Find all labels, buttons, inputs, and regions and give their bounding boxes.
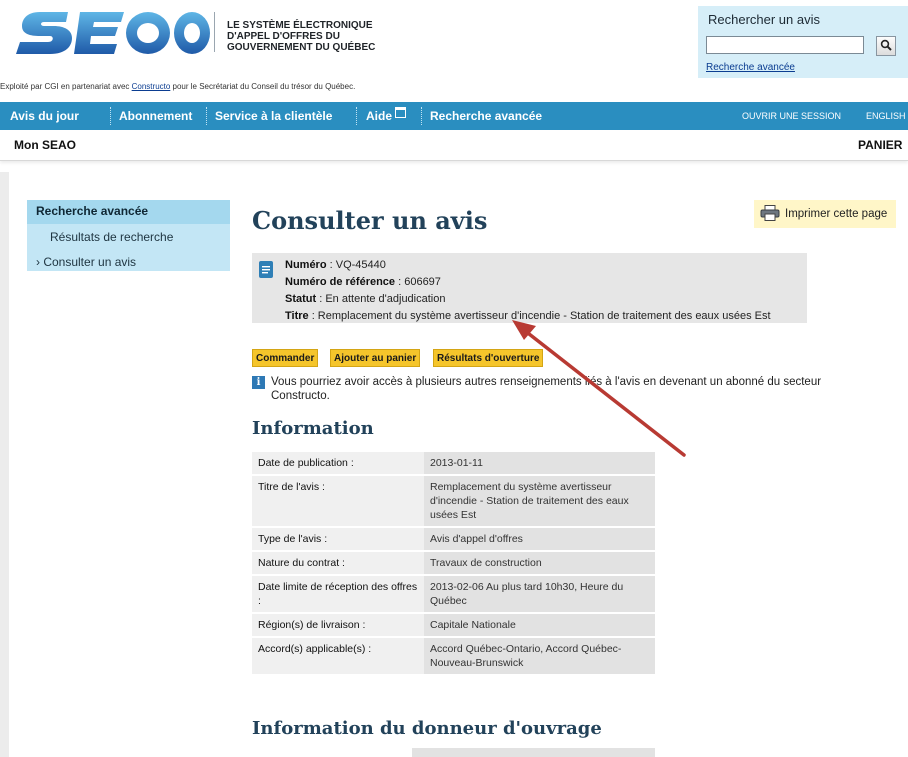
search-icon xyxy=(880,39,892,54)
reference-value: : 606697 xyxy=(395,276,441,288)
reference-label: Numéro de référence xyxy=(285,276,396,288)
numero-value: : VQ-45440 xyxy=(326,259,386,271)
row-label: Type de l'avis : xyxy=(252,527,424,552)
operated-suffix: pour le Secrétariat du Conseil du trésor… xyxy=(170,82,356,91)
gov-name-line-1: LE SYSTÈME ÉLECTRONIQUE xyxy=(227,20,373,31)
left-edge-shade xyxy=(0,172,9,757)
sidebar-item-resultats[interactable]: Résultats de recherche xyxy=(50,230,173,244)
nav-service-clientele[interactable]: Service à la clientèle xyxy=(215,102,332,130)
search-title: Rechercher un avis xyxy=(708,12,820,27)
titre-value: : Remplacement du système avertisseur d'… xyxy=(308,310,771,322)
nav-separator xyxy=(110,107,111,125)
nav-aide-label: Aide xyxy=(366,109,393,123)
table-row: Date de publication :2013-01-11 xyxy=(252,452,655,476)
statut-value: : En attente d'adjudication xyxy=(316,293,446,305)
subscriber-info-text: Vous pourriez avoir accès à plusieurs au… xyxy=(271,376,822,402)
table-row: Date limite de réception des offres :201… xyxy=(252,575,655,614)
table-row: Type de l'avis : Avis d'appel d'offres xyxy=(252,527,655,552)
row-value: Accord Québec-Ontario, Accord Québec-Nou… xyxy=(424,637,655,676)
sidebar-item-consulter[interactable]: › Consulter un avis xyxy=(36,255,136,269)
summary-reference: Numéro de référence : 606697 xyxy=(285,276,441,288)
nav-avis-du-jour[interactable]: Avis du jour xyxy=(10,102,79,130)
information-table: Date de publication :2013-01-11 Titre de… xyxy=(252,452,655,676)
summary-titre: Titre : Remplacement du système avertiss… xyxy=(285,310,771,322)
commander-button[interactable]: Commander xyxy=(252,349,319,367)
operated-by-text: Exploité par CGI en partenariat avec Con… xyxy=(0,82,355,91)
table-row: Nature du contrat : Travaux de constructi… xyxy=(252,551,655,576)
search-input[interactable] xyxy=(706,36,864,54)
mon-seao-link[interactable]: Mon SEAO xyxy=(14,138,76,152)
operated-prefix: Exploité par CGI en partenariat avec xyxy=(0,82,132,91)
titre-label: Titre xyxy=(285,310,309,322)
row-value: Avis d'appel d'offres xyxy=(424,527,655,552)
printer-icon xyxy=(760,204,780,224)
row-label: Date de publication : xyxy=(252,452,424,476)
section-donneur-title: Information du donneur d'ouvrage xyxy=(252,718,602,739)
constructo-link[interactable]: Constructo xyxy=(132,82,171,91)
info-icon: i xyxy=(252,376,265,389)
login-link[interactable]: OUVRIR UNE SESSION xyxy=(742,102,841,130)
opening-results-button[interactable]: Résultats d'ouverture xyxy=(433,349,544,367)
print-button[interactable]: Imprimer cette page xyxy=(754,200,896,228)
section-information-title: Information xyxy=(252,418,374,439)
nav-aide[interactable]: Aide xyxy=(366,102,407,130)
nav-separator xyxy=(206,107,207,125)
gov-name-line-3: GOUVERNEMENT DU QUÉBEC xyxy=(227,42,376,53)
row-label: Date limite de réception des offres : xyxy=(252,575,424,614)
nav-separator xyxy=(421,107,422,125)
language-link[interactable]: ENGLISH xyxy=(866,102,906,130)
gov-name-line-2: D'APPEL D'OFFRES DU xyxy=(227,31,340,42)
sub-nav xyxy=(0,130,908,161)
page-title: Consulter un avis xyxy=(252,206,488,235)
advanced-search-link[interactable]: Recherche avancée xyxy=(706,62,795,73)
row-label: Titre de l'avis : xyxy=(252,475,424,528)
row-label: Accord(s) applicable(s) : xyxy=(252,637,424,676)
row-value: Travaux de construction xyxy=(424,551,655,576)
new-window-icon xyxy=(395,107,407,118)
row-label: Nature du contrat : xyxy=(252,551,424,576)
sidebar-title[interactable]: Recherche avancée xyxy=(36,204,148,218)
nav-recherche-avancee[interactable]: Recherche avancée xyxy=(430,102,542,130)
header-divider xyxy=(214,12,215,52)
summary-statut: Statut : En attente d'adjudication xyxy=(285,293,445,305)
search-button[interactable] xyxy=(876,36,896,56)
row-value: Remplacement du système avertisseur d'in… xyxy=(424,475,655,528)
nav-abonnement[interactable]: Abonnement xyxy=(119,102,192,130)
table-continuation xyxy=(412,748,655,757)
statut-label: Statut xyxy=(285,293,317,305)
summary-numero: Numéro : VQ-45440 xyxy=(285,259,386,271)
row-label: Région(s) de livraison : xyxy=(252,613,424,638)
add-to-cart-button[interactable]: Ajouter au panier xyxy=(330,349,421,367)
nav-separator xyxy=(356,107,357,125)
government-name: LE SYSTÈME ÉLECTRONIQUE D'APPEL D'OFFRES… xyxy=(227,20,417,53)
row-value: Capitale Nationale xyxy=(424,613,655,638)
table-row: Titre de l'avis : Remplacement du système… xyxy=(252,475,655,528)
seao-logo[interactable] xyxy=(16,6,211,60)
document-icon xyxy=(259,261,273,278)
numero-label: Numéro xyxy=(285,259,327,271)
row-value: 2013-01-11 xyxy=(424,452,655,476)
panier-link[interactable]: PANIER xyxy=(858,138,902,152)
table-row: Région(s) de livraison : Capitale Nationa… xyxy=(252,613,655,638)
row-value: 2013-02-06 Au plus tard 10h30, Heure du … xyxy=(424,575,655,614)
table-row: Accord(s) applicable(s) : Accord Québec-O… xyxy=(252,637,655,676)
print-label: Imprimer cette page xyxy=(785,208,888,220)
